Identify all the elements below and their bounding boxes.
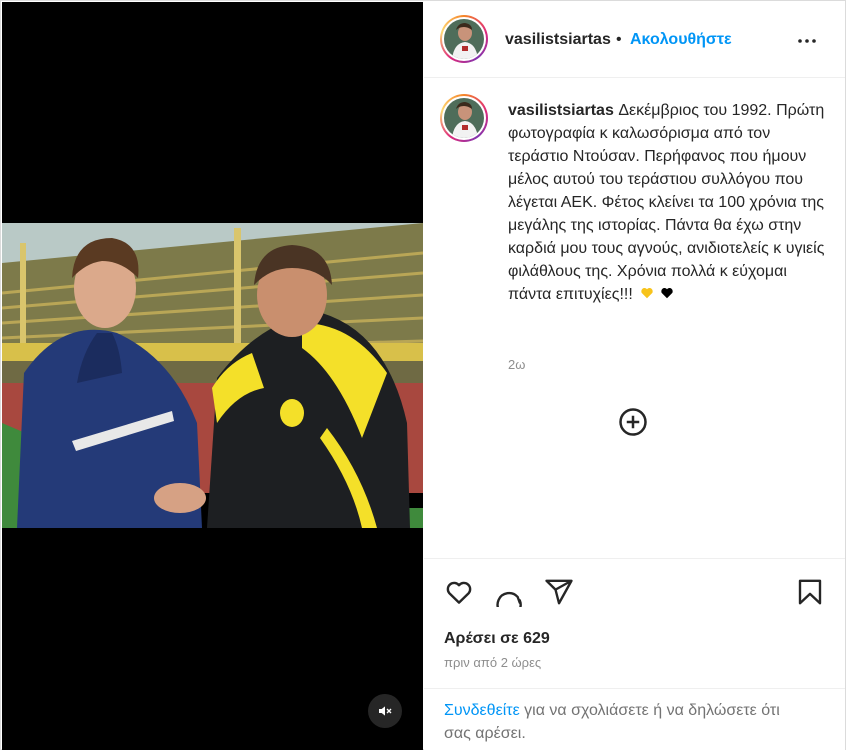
header-separator: •: [616, 31, 622, 48]
post-photo: [2, 223, 423, 528]
login-link[interactable]: Συνδεθείτε: [444, 702, 520, 719]
post-dialog: vasilistsiartas • Ακολουθήστε vasilistsi…: [0, 0, 846, 750]
author-avatar[interactable]: [440, 15, 488, 63]
post-media[interactable]: [2, 2, 423, 750]
caption-username[interactable]: vasilistsiartas: [508, 102, 614, 119]
post-actions: [424, 577, 845, 609]
post-timestamp[interactable]: πριν από 2 ώρες: [444, 655, 541, 670]
author-username[interactable]: vasilistsiartas: [505, 31, 611, 49]
speaker-muted-icon: [379, 706, 392, 716]
login-prompt: Συνδεθείτε για να σχολιάσετε ή να δηλώσε…: [424, 688, 845, 750]
caption-avatar[interactable]: [440, 94, 488, 142]
bookmark-icon[interactable]: [795, 577, 825, 607]
comment-icon[interactable]: [494, 577, 524, 607]
mute-button[interactable]: [368, 694, 402, 728]
post-header: vasilistsiartas • Ακολουθήστε: [424, 2, 845, 78]
likes-count[interactable]: Αρέσει σε 629: [444, 630, 550, 648]
login-prompt-text: Συνδεθείτε για να σχολιάσετε ή να δηλώσε…: [444, 699, 804, 745]
caption-text: Δεκέμβριος του 1992. Πρώτη φωτογραφία κ …: [508, 102, 825, 303]
black-heart-icon: [661, 288, 673, 299]
heart-icon[interactable]: [444, 577, 474, 607]
yellow-heart-icon: [641, 288, 653, 299]
send-icon[interactable]: [544, 577, 574, 607]
follow-button[interactable]: Ακολουθήστε: [630, 31, 732, 49]
caption-time-ago: 2ω: [508, 357, 526, 372]
caption-area: vasilistsiartas Δεκέμβριος του 1992. Πρώ…: [424, 79, 845, 559]
more-horizontal-icon[interactable]: [795, 29, 819, 53]
caption-text-block: vasilistsiartas Δεκέμβριος του 1992. Πρώ…: [508, 99, 828, 306]
post-side-panel: vasilistsiartas • Ακολουθήστε vasilistsi…: [424, 2, 845, 750]
plus-circle-icon[interactable]: [618, 407, 648, 437]
